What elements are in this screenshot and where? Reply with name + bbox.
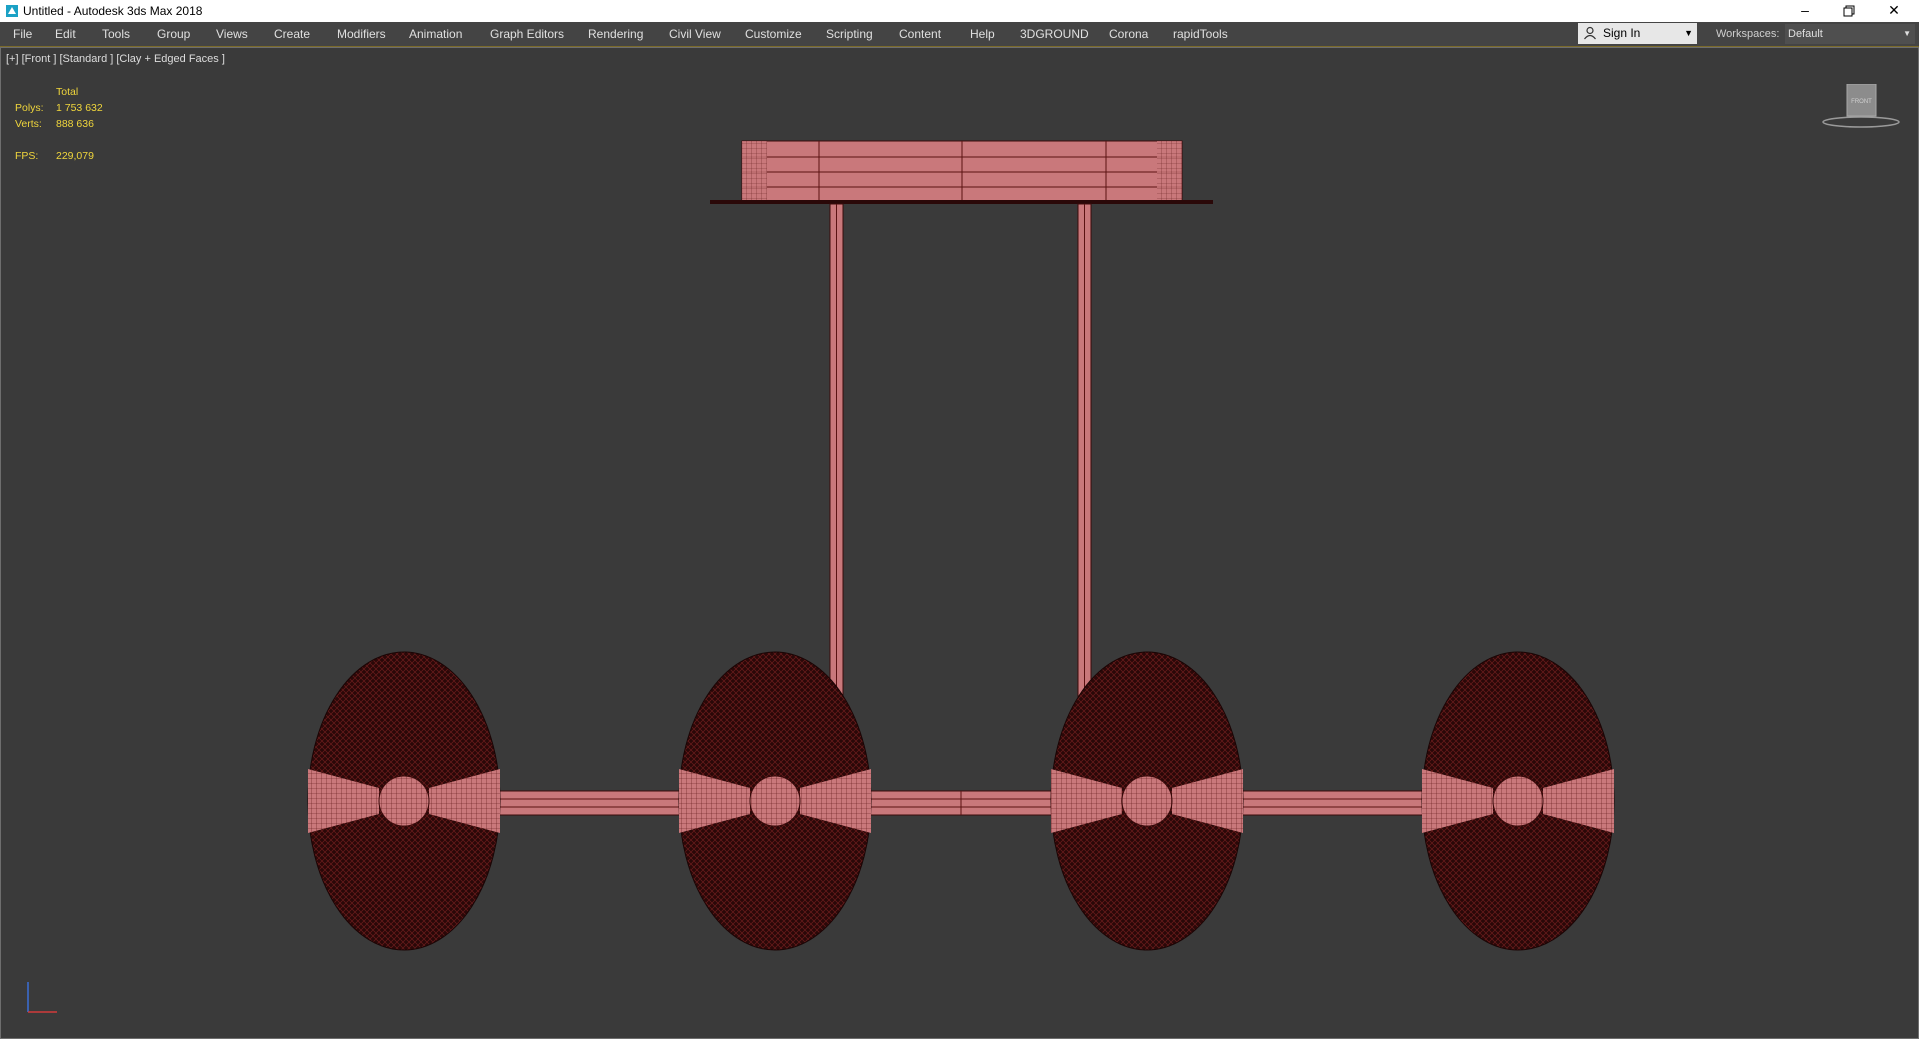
fps-label: FPS:	[15, 150, 39, 162]
verts-value: 888 636	[56, 118, 94, 130]
horizontal-bar	[400, 790, 1522, 816]
menu-views[interactable]: Views	[216, 22, 248, 46]
minimize-icon[interactable]: –	[1782, 0, 1828, 22]
chevron-down-icon: ▼	[1684, 28, 1693, 38]
front-viewport[interactable]: [+] [Front ] [Standard ] [Clay + Edged F…	[0, 47, 1919, 1039]
viewcube-icon[interactable]: FRONT	[1821, 84, 1901, 134]
verts-label: Verts:	[15, 118, 42, 130]
suspension-rods	[829, 203, 1092, 731]
menu-3dground[interactable]: 3DGROUND	[1020, 22, 1089, 46]
stats-header: Total	[56, 86, 79, 98]
axis-tripod-icon	[27, 982, 57, 1013]
menu-corona[interactable]: Corona	[1109, 22, 1148, 46]
user-icon	[1584, 26, 1596, 40]
menu-rapidtools[interactable]: rapidTools	[1173, 22, 1228, 46]
polys-label: Polys:	[15, 102, 44, 114]
workspaces-value: Default	[1788, 28, 1823, 40]
polys-value: 1 753 632	[56, 102, 103, 114]
fps-value: 229,079	[56, 150, 94, 162]
menu-group[interactable]: Group	[157, 22, 190, 46]
ceiling-canopy	[710, 140, 1213, 204]
workspaces-label: Workspaces:	[1716, 28, 1780, 40]
menu-edit[interactable]: Edit	[55, 22, 76, 46]
menu-animation[interactable]: Animation	[409, 22, 462, 46]
close-icon[interactable]: ✕	[1871, 0, 1917, 22]
menu-modifiers[interactable]: Modifiers	[337, 22, 386, 46]
window-title: Untitled - Autodesk 3ds Max 2018	[23, 4, 203, 18]
menu-create[interactable]: Create	[274, 22, 310, 46]
menu-content[interactable]: Content	[899, 22, 941, 46]
workspaces-dropdown[interactable]: Default ▼	[1785, 24, 1915, 44]
lamp-shade-3	[1050, 651, 1244, 951]
viewport-label[interactable]: [+] [Front ] [Standard ] [Clay + Edged F…	[6, 53, 225, 65]
scene-render	[307, 140, 1615, 951]
menu-customize[interactable]: Customize	[745, 22, 802, 46]
restore-icon[interactable]	[1826, 0, 1872, 22]
sign-in-button[interactable]: Sign In ▼	[1578, 23, 1697, 44]
menu-graph-editors[interactable]: Graph Editors	[490, 22, 564, 46]
menu-rendering[interactable]: Rendering	[588, 22, 643, 46]
menu-file[interactable]: File	[13, 22, 32, 46]
chevron-down-icon: ▼	[1903, 29, 1911, 38]
viewcube-face-label: FRONT	[1851, 99, 1872, 105]
sign-in-label: Sign In	[1603, 26, 1641, 40]
menu-scripting[interactable]: Scripting	[826, 22, 873, 46]
title-bar: Untitled - Autodesk 3ds Max 2018 – ✕	[0, 0, 1919, 22]
lamp-shade-2	[678, 651, 872, 951]
lamp-shade-1	[307, 651, 501, 951]
menu-tools[interactable]: Tools	[102, 22, 130, 46]
menu-civil-view[interactable]: Civil View	[669, 22, 721, 46]
lamp-shade-4	[1421, 651, 1615, 951]
3dsmax-app-icon	[6, 5, 18, 17]
menu-help[interactable]: Help	[970, 22, 995, 46]
